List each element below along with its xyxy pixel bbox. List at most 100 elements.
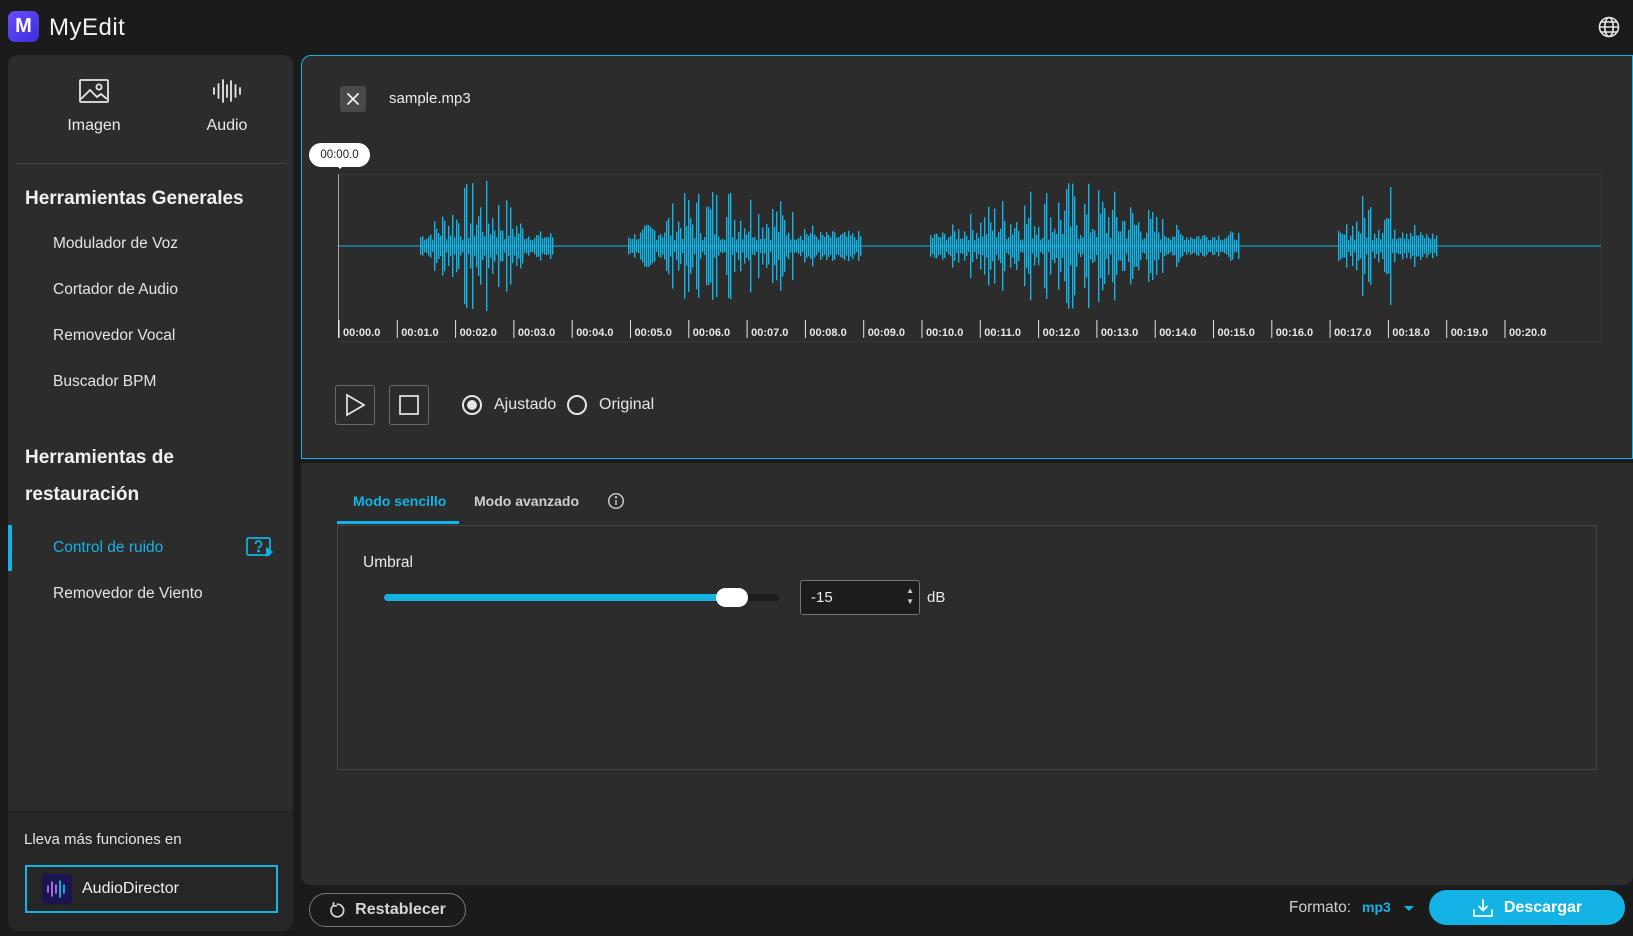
sidebar-item-removedor-vocal[interactable]: Removedor Vocal [8,313,293,359]
waveform-bar [746,234,748,258]
waveform-bar [538,235,540,257]
audiodirector-button[interactable]: AudioDirector [25,865,278,913]
waveform-bar [426,238,428,254]
app-title[interactable]: MyEdit [49,14,125,42]
chevron-down-icon[interactable] [1404,906,1414,916]
waveform-bar [1338,230,1340,262]
waveform-bar [802,239,804,253]
waveform-bar [1382,232,1384,260]
radio-ajustado[interactable]: Ajustado [462,395,556,415]
waveform-bar [748,231,750,261]
threshold-input[interactable]: -15 ▲ ▼ [800,580,920,615]
waveform-bar [808,235,810,257]
waveform-bar [468,237,470,255]
waveform-bar [1236,239,1238,253]
format-dropdown[interactable]: mp3 [1362,899,1391,915]
waveform-bar [1398,237,1400,255]
waveform-bar [516,225,518,267]
waveform-bar [1162,219,1164,273]
waveform-bar [736,239,738,253]
waveform-bar [640,232,642,260]
reset-button[interactable]: Restablecer [309,893,466,927]
waveform-bar [1028,218,1030,274]
waveform-bar [440,235,442,257]
sidebar-item-control-de-ruido[interactable]: Control de ruido [8,525,293,571]
waveform-bar [978,237,980,255]
threshold-slider[interactable] [384,588,779,607]
threshold-unit: dB [927,589,946,606]
waveform-bar [772,208,774,284]
radio-original[interactable]: Original [567,395,654,415]
waveform-bar [704,237,706,255]
waveform-bar [478,216,480,276]
play-button[interactable] [335,385,375,425]
waveform-bar [724,239,726,253]
waveform-bar [642,229,644,263]
waveform-bar [1128,229,1130,263]
waveform-bar [666,221,668,271]
stop-button[interactable] [389,385,429,425]
waveform-bar [1202,236,1204,256]
waveform-bar [1430,238,1432,254]
waveform-bar [430,234,432,258]
waveform-bar [672,203,674,289]
waveform-bar [534,237,536,255]
sidebar-item-buscador-bpm[interactable]: Buscador BPM [8,359,293,405]
threshold-settings-box: Umbral -15 ▲ ▼ dB [337,525,1597,770]
waveform-bar [1148,209,1150,283]
slider-thumb[interactable] [715,588,748,607]
timeline-tick-label: 00:02.0 [460,327,497,339]
waveform-bar [934,234,936,258]
waveform[interactable]: 00:00.0 00:01.0 00:02.0 00:03.0 00:04.0 00:05… [337,173,1602,343]
waveform-bar [766,224,768,268]
timeline-tick-label: 00:20.0 [1509,327,1546,339]
timeline-tick-label: 00:06.0 [693,327,730,339]
sidebar-item-modulador-de-voz[interactable]: Modulador de Voz [8,221,293,267]
playhead-time: 00:00.0 [309,143,370,169]
waveform-bar [1350,235,1352,257]
waveform-bar [492,218,494,274]
category-imagen[interactable]: Imagen [39,77,149,135]
waveform-bar [634,234,636,258]
waveform-bar [1426,234,1428,258]
close-file-button[interactable] [340,86,366,112]
waveform-bar [1220,239,1222,253]
globe-icon[interactable] [1597,15,1621,39]
waveform-bar [462,239,464,253]
waveform-bar [968,239,970,253]
waveform-bar [1172,236,1174,256]
category-audio[interactable]: Audio [172,77,282,135]
info-icon[interactable] [607,492,625,510]
waveform-bar [1192,238,1194,254]
waveform-bar [1210,240,1212,252]
waveform-bar [1358,231,1360,261]
download-button[interactable]: Descargar [1429,890,1625,925]
waveform-bar [1410,232,1412,260]
waveform-bar [858,231,860,261]
help-video-icon[interactable] [246,536,274,558]
waveform-bar [1204,235,1206,257]
waveform-bar [1228,235,1230,257]
waveform-bar [948,237,950,255]
myedit-logo-icon[interactable]: M [8,11,39,42]
timeline-tick-label: 00:16.0 [1276,327,1313,339]
radio-selected-icon [462,395,482,415]
timeline-tick-label: 00:09.0 [868,327,905,339]
waveform-bar [1238,232,1240,260]
waveform-bar [1050,217,1052,275]
tab-modo-avanzado[interactable]: Modo avanzado [474,493,579,509]
sidebar-item-cortador-de-audio[interactable]: Cortador de Audio [8,267,293,313]
section-title-general: Herramientas Generales [25,188,244,209]
waveform-bar [1428,237,1430,255]
waveform-bar [544,237,546,255]
waveform-bar [688,199,690,293]
threshold-label: Umbral [363,554,413,571]
waveform-bar [960,238,962,254]
tab-modo-sencillo[interactable]: Modo sencillo [353,493,446,509]
waveform-area[interactable]: 00:00.0 00:01.0 00:02.0 00:03.0 00:04.0 00:05… [337,173,1602,343]
spinner-arrows-icon[interactable]: ▲ ▼ [906,585,914,607]
waveform-bar [1404,238,1406,254]
waveform-bar [1366,237,1368,255]
sidebar-item-removedor-de-viento[interactable]: Removedor de Viento [8,571,293,617]
waveform-bar [1392,238,1394,254]
